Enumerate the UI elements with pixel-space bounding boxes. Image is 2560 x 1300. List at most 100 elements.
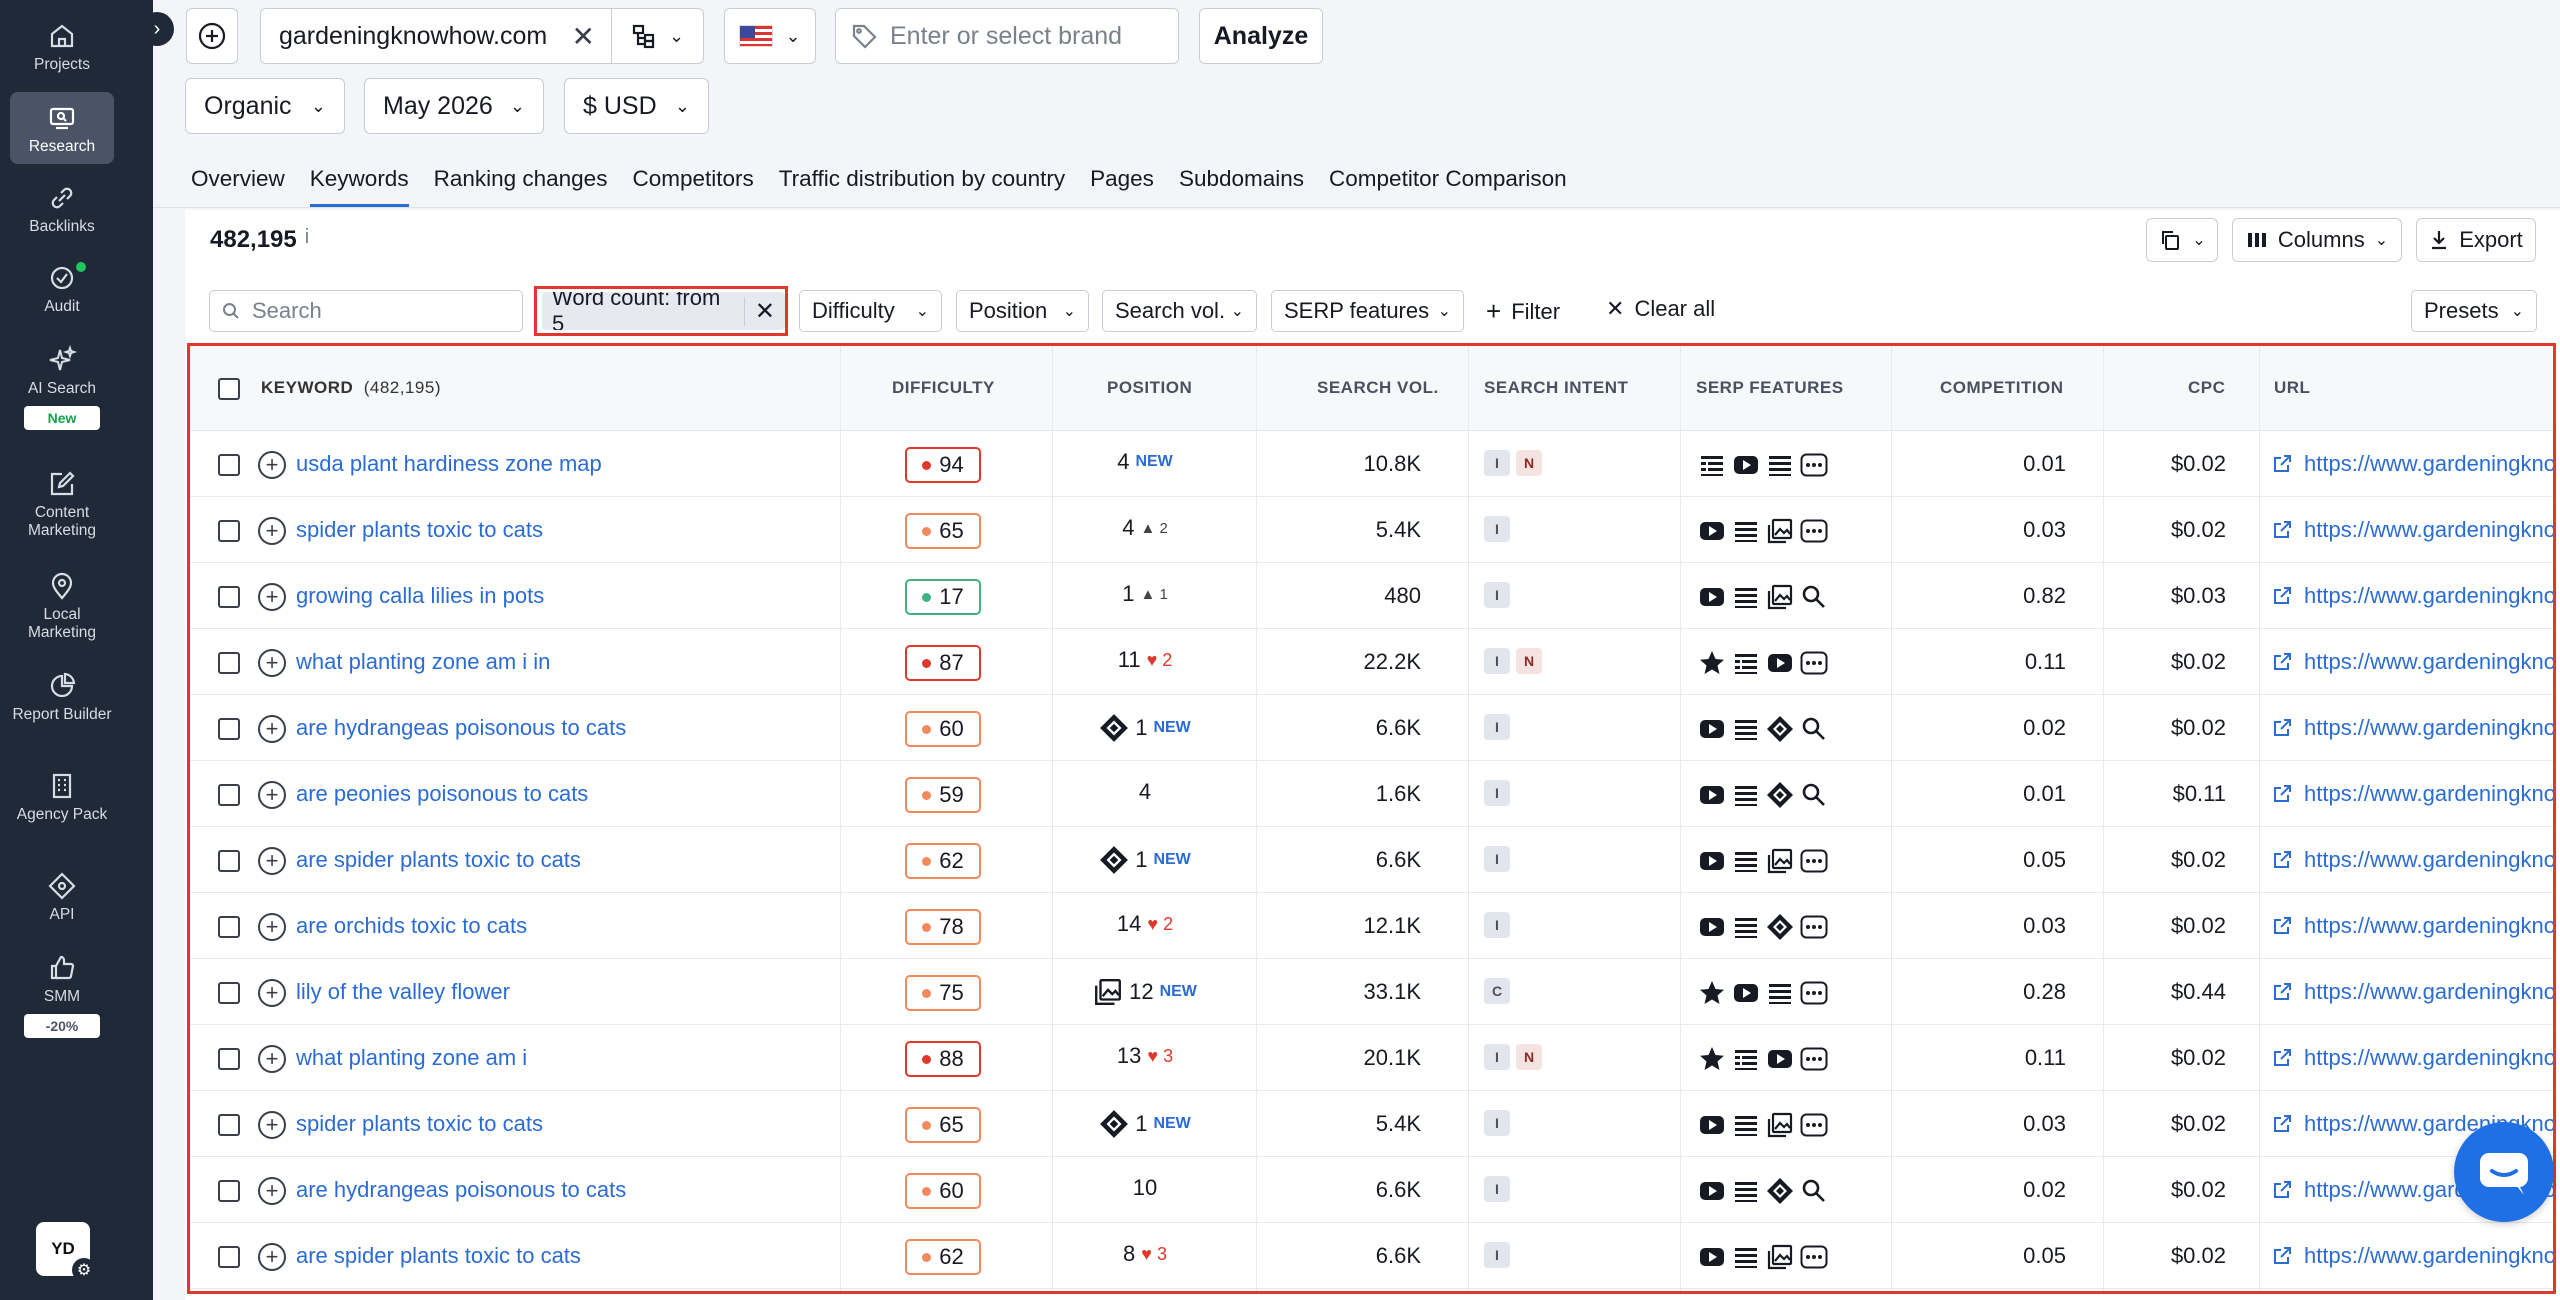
keyword-link[interactable]: spider plants toxic to cats: [296, 517, 543, 543]
sidebar-item-report-builder[interactable]: Report Builder: [10, 670, 114, 724]
avatar[interactable]: YD ⚙: [36, 1222, 96, 1282]
row-checkbox[interactable]: [218, 850, 240, 872]
brand-input[interactable]: Enter or select brand: [835, 8, 1179, 64]
sidebar-item-research[interactable]: Research: [10, 92, 114, 164]
add-keyword-icon[interactable]: +: [258, 847, 286, 875]
database-dropdown[interactable]: Organic ⌄: [185, 78, 345, 134]
add-keyword-icon[interactable]: +: [258, 649, 286, 677]
difficulty-filter[interactable]: Difficulty ⌄: [799, 290, 942, 332]
url-link[interactable]: https://www.gardeningknowhow.com: [2272, 913, 2553, 939]
clear-all-button[interactable]: ✕ Clear all: [1606, 296, 1715, 322]
keyword-link[interactable]: are hydrangeas poisonous to cats: [296, 715, 626, 741]
sidebar-item-smm[interactable]: SMM -20%: [10, 952, 114, 1038]
country-dropdown[interactable]: ⌄: [724, 8, 816, 64]
row-checkbox[interactable]: [218, 784, 240, 806]
keyword-link[interactable]: lily of the valley flower: [296, 979, 510, 1005]
url-link[interactable]: https://www.gardeningknowhow.com: [2272, 715, 2553, 741]
keyword-link[interactable]: usda plant hardiness zone map: [296, 451, 602, 477]
clear-domain-icon[interactable]: ✕: [572, 20, 595, 53]
row-checkbox[interactable]: [218, 916, 240, 938]
more-icon[interactable]: [1800, 517, 1828, 545]
add-project-button[interactable]: [186, 8, 238, 64]
add-keyword-icon[interactable]: +: [258, 1045, 286, 1073]
column-header-url[interactable]: URL: [2274, 378, 2310, 398]
url-link[interactable]: https://www.gardeningknowhow.com: [2272, 1243, 2553, 1269]
tab-subdomains[interactable]: Subdomains: [1179, 166, 1304, 207]
tab-traffic-distribution[interactable]: Traffic distribution by country: [779, 166, 1065, 207]
column-header-cpc[interactable]: CPC: [2188, 378, 2225, 398]
position-filter[interactable]: Position ⌄: [956, 290, 1089, 332]
url-link[interactable]: https://www.gardeningknowhow.com: [2272, 781, 2553, 807]
row-checkbox[interactable]: [218, 718, 240, 740]
url-link[interactable]: https://www.gardeningknowhow.com: [2272, 451, 2553, 477]
add-keyword-icon[interactable]: +: [258, 715, 286, 743]
serp-features-filter[interactable]: SERP features ⌄: [1271, 290, 1464, 332]
add-keyword-icon[interactable]: +: [258, 517, 286, 545]
columns-button[interactable]: Columns ⌄: [2232, 218, 2402, 262]
row-checkbox[interactable]: [218, 1246, 240, 1268]
presets-dropdown[interactable]: Presets ⌄: [2411, 290, 2537, 332]
sidebar-item-api[interactable]: API: [10, 870, 114, 924]
url-link[interactable]: https://www.gardeningknowhow.com: [2272, 979, 2553, 1005]
more-icon[interactable]: [1800, 1045, 1828, 1073]
column-header-search-volume[interactable]: SEARCH VOL.: [1317, 378, 1439, 398]
url-link[interactable]: https://www.gardeningknowhow.com: [2272, 847, 2553, 873]
keyword-search-input[interactable]: Search: [209, 290, 523, 332]
more-icon[interactable]: [1800, 1243, 1828, 1271]
sidebar-item-projects[interactable]: Projects: [10, 20, 114, 74]
chat-button[interactable]: [2454, 1122, 2554, 1222]
row-checkbox[interactable]: [218, 454, 240, 476]
column-header-serp-features[interactable]: SERP FEATURES: [1696, 378, 1844, 398]
add-keyword-icon[interactable]: +: [258, 583, 286, 611]
url-link[interactable]: https://www.gardeningknowhow.com: [2272, 1045, 2553, 1071]
url-link[interactable]: https://www.gardeningknowhow.com: [2272, 517, 2553, 543]
more-icon[interactable]: [1800, 649, 1828, 677]
select-all-checkbox[interactable]: [218, 378, 240, 400]
row-checkbox[interactable]: [218, 1048, 240, 1070]
column-header-keyword[interactable]: KEYWORD (482,195): [261, 378, 441, 398]
url-link[interactable]: https://www.gardeningknowhow.com: [2272, 583, 2553, 609]
keyword-link[interactable]: are spider plants toxic to cats: [296, 847, 581, 873]
domain-type-dropdown[interactable]: ⌄: [612, 8, 704, 64]
url-link[interactable]: https://www.gardeningknowhow.com: [2272, 649, 2553, 675]
column-header-position[interactable]: POSITION: [1107, 378, 1192, 398]
row-checkbox[interactable]: [218, 586, 240, 608]
row-checkbox[interactable]: [218, 982, 240, 1004]
keyword-link[interactable]: growing calla lilies in pots: [296, 583, 544, 609]
currency-dropdown[interactable]: $ USD ⌄: [564, 78, 709, 134]
sidebar-collapse-button[interactable]: ›: [140, 12, 174, 46]
sidebar-item-ai-search[interactable]: AI Search New: [10, 344, 114, 430]
more-icon[interactable]: [1800, 847, 1828, 875]
row-checkbox[interactable]: [218, 1114, 240, 1136]
add-keyword-icon[interactable]: +: [258, 913, 286, 941]
add-keyword-icon[interactable]: +: [258, 979, 286, 1007]
tab-competitor-comparison[interactable]: Competitor Comparison: [1329, 166, 1567, 207]
row-checkbox[interactable]: [218, 520, 240, 542]
more-icon[interactable]: [1800, 451, 1828, 479]
date-dropdown[interactable]: May 2026 ⌄: [364, 78, 544, 134]
more-icon[interactable]: [1800, 913, 1828, 941]
add-keyword-icon[interactable]: +: [258, 781, 286, 809]
sidebar-item-local-marketing[interactable]: Local Marketing: [10, 570, 114, 642]
column-header-search-intent[interactable]: SEARCH INTENT: [1484, 378, 1628, 398]
analyze-button[interactable]: Analyze: [1199, 8, 1323, 64]
sidebar-item-audit[interactable]: Audit: [10, 262, 114, 316]
gear-icon[interactable]: ⚙: [72, 1258, 96, 1282]
sidebar-item-content-marketing[interactable]: Content Marketing: [10, 468, 114, 540]
word-count-filter-chip[interactable]: Word count: from 5 ✕: [534, 286, 788, 336]
add-keyword-icon[interactable]: +: [258, 451, 286, 479]
copy-dropdown[interactable]: ⌄: [2146, 218, 2218, 262]
info-icon[interactable]: i: [305, 226, 309, 248]
more-icon[interactable]: [1800, 979, 1828, 1007]
add-keyword-icon[interactable]: +: [258, 1243, 286, 1271]
domain-input[interactable]: gardeningknowhow.com ✕: [260, 8, 612, 64]
row-checkbox[interactable]: [218, 1180, 240, 1202]
sidebar-item-backlinks[interactable]: Backlinks: [10, 182, 114, 236]
export-button[interactable]: Export: [2416, 218, 2536, 262]
keyword-link[interactable]: what planting zone am i in: [296, 649, 550, 675]
tab-pages[interactable]: Pages: [1090, 166, 1154, 207]
keyword-link[interactable]: are hydrangeas poisonous to cats: [296, 1177, 626, 1203]
tab-competitors[interactable]: Competitors: [632, 166, 753, 207]
add-keyword-icon[interactable]: +: [258, 1177, 286, 1205]
add-keyword-icon[interactable]: +: [258, 1111, 286, 1139]
